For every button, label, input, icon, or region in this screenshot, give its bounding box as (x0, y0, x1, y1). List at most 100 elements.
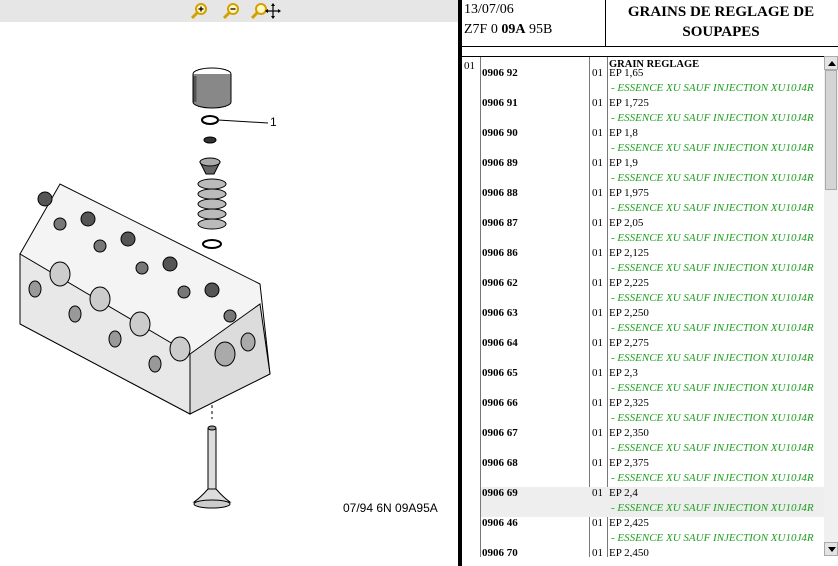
part-quantity: 01 (592, 547, 603, 557)
table-row[interactable]: 0906 66 01 EP 2,325 - ESSENCE XU SAUF INJEC… (481, 397, 824, 427)
part-reference: 0906 66 (482, 397, 518, 409)
zoom-in-button[interactable] (188, 1, 210, 21)
header-code: Z7F 0 09A 95B (464, 22, 552, 38)
table-row[interactable]: 0906 67 01 EP 2,350 - ESSENCE XU SAUF INJEC… (481, 427, 824, 457)
part-note: - ESSENCE XU SAUF INJECTION XU10J4R (611, 412, 814, 424)
table-row[interactable]: 0906 69 01 EP 2,4 - ESSENCE XU SAUF INJECTI… (481, 487, 824, 517)
part-description: EP 2,450 (609, 547, 649, 557)
table-row[interactable]: 0906 68 01 EP 2,375 - ESSENCE XU SAUF INJEC… (481, 457, 824, 487)
part-note: - ESSENCE XU SAUF INJECTION XU10J4R (611, 442, 814, 454)
part-note: - ESSENCE XU SAUF INJECTION XU10J4R (611, 232, 814, 244)
part-reference: 0906 46 (482, 517, 518, 529)
part-quantity: 01 (592, 367, 603, 379)
zoom-in-icon (190, 3, 207, 20)
part-reference: 0906 67 (482, 427, 518, 439)
scroll-thumb[interactable] (825, 70, 837, 190)
part-reference: 0906 90 (482, 127, 518, 139)
table-row[interactable]: 0906 64 01 EP 2,275 - ESSENCE XU SAUF INJEC… (481, 337, 824, 367)
part-description: EP 1,725 (609, 97, 649, 109)
table-row[interactable]: 0906 7001EP 2,450- ESSENCE XU SAUF INJEC… (481, 547, 824, 557)
part-note: - ESSENCE XU SAUF INJECTION XU10J4R (611, 472, 814, 484)
part-quantity: 01 (592, 397, 603, 409)
header-info: 13/07/06 Z7F 0 09A 95B (462, 0, 605, 46)
part-description: EP 2,275 (609, 337, 649, 349)
part-quantity: 01 (592, 307, 603, 319)
callout-label: 1 (270, 115, 277, 129)
part-reference: 0906 69 (482, 487, 518, 499)
part-reference: 0906 65 (482, 367, 518, 379)
part-reference: 0906 64 (482, 337, 518, 349)
header-code-bold: 09A (501, 22, 526, 37)
part-quantity: 01 (592, 277, 603, 289)
part-description: EP 2,125 (609, 247, 649, 259)
parts-table: 01 GRAIN REGLAGE 0906 92 01 EP 1,65- ESSEN… (462, 56, 824, 557)
part-reference: 0906 92 (482, 67, 518, 79)
part-description: EP 1,8 (609, 127, 638, 139)
shim-part (192, 67, 232, 109)
part-quantity: 01 (592, 457, 603, 469)
pan-zoom-button[interactable] (250, 1, 282, 21)
part-quantity: 01 (592, 97, 603, 109)
group-column: 01 (462, 57, 481, 557)
part-note: - ESSENCE XU SAUF INJECTION XU10J4R (611, 82, 814, 94)
spring-part (197, 178, 227, 230)
part-reference: 0906 89 (482, 157, 518, 169)
part-reference: 0906 63 (482, 307, 518, 319)
part-description: EP 1,9 (609, 157, 638, 169)
part-description: EP 2,225 (609, 277, 649, 289)
part-note: - ESSENCE XU SAUF INJECTION XU10J4R (611, 172, 814, 184)
part-quantity: 01 (592, 487, 603, 499)
part-description: EP 2,425 (609, 517, 649, 529)
part-reference: 0906 70 (482, 547, 518, 557)
part-note: - ESSENCE XU SAUF INJECTION XU10J4R (611, 322, 814, 334)
part-quantity: 01 (592, 187, 603, 199)
part-note: - ESSENCE XU SAUF INJECTION XU10J4R (611, 142, 814, 154)
part-description: EP 2,375 (609, 457, 649, 469)
table-row[interactable]: 0906 87 01 EP 2,05 - ESSENCE XU SAUF INJECT… (481, 217, 824, 247)
table-row[interactable]: 0906 91 01 EP 1,725 - ESSENCE XU SAUF INJEC… (481, 97, 824, 127)
table-row[interactable]: 0906 88 01 EP 1,975 - ESSENCE XU SAUF INJEC… (481, 187, 824, 217)
vertical-scrollbar[interactable] (824, 56, 838, 556)
part-quantity: 01 (592, 247, 603, 259)
header-separator (605, 0, 606, 46)
zoom-pan-icon (250, 3, 281, 20)
part-reference: 0906 88 (482, 187, 518, 199)
scroll-down-button[interactable] (824, 542, 838, 556)
part-quantity: 01 (592, 337, 603, 349)
part-quantity: 01 (592, 517, 603, 529)
header-code-suffix: 95B (525, 22, 553, 37)
part-reference: 0906 87 (482, 217, 518, 229)
table-row[interactable]: 0906 63 01 EP 2,250 - ESSENCE XU SAUF INJEC… (481, 307, 824, 337)
part-note: - ESSENCE XU SAUF INJECTION XU10J4R (611, 352, 814, 364)
cylinder-head-part (19, 183, 271, 415)
table-row[interactable]: 0906 65 01 EP 2,3 - ESSENCE XU SAUF INJECTI… (481, 367, 824, 397)
valve-part (192, 425, 232, 509)
part-description: EP 2,4 (609, 487, 638, 499)
table-row[interactable]: 0906 62 01 EP 2,225 - ESSENCE XU SAUF INJEC… (481, 277, 824, 307)
part-description: EP 1,65 (609, 67, 644, 79)
table-row[interactable]: 0906 86 01 EP 2,125 - ESSENCE XU SAUF INJEC… (481, 247, 824, 277)
scroll-up-button[interactable] (824, 56, 838, 70)
part-quantity: 01 (592, 427, 603, 439)
part-description: EP 1,975 (609, 187, 649, 199)
part-description: EP 2,3 (609, 367, 638, 379)
table-row[interactable]: 0906 90 01 EP 1,8 - ESSENCE XU SAUF INJECTI… (481, 127, 824, 157)
part-quantity: 01 (592, 217, 603, 229)
exploded-view-drawing (19, 67, 271, 509)
ring-part (201, 115, 219, 125)
parts-list-pane: 13/07/06 Z7F 0 09A 95B GRAINS DE REGLAGE… (462, 0, 838, 566)
drawing-reference: 07/94 6N 09A95A (343, 501, 438, 515)
table-row[interactable]: 0906 92 01 EP 1,65 - ESSENCE XU SAUF INJECT… (481, 67, 824, 97)
part-quantity: 01 (592, 127, 603, 139)
zoom-out-icon (222, 3, 239, 20)
zoom-out-button[interactable] (220, 1, 242, 21)
part-reference: 0906 62 (482, 277, 518, 289)
table-row[interactable]: 0906 46 01 EP 2,425 - ESSENCE XU SAUF INJEC… (481, 517, 824, 547)
page-title: GRAINS DE REGLAGE DE SOUPAPES (627, 4, 815, 40)
header-bottom-border (462, 46, 838, 56)
part-note: - ESSENCE XU SAUF INJECTION XU10J4R (611, 502, 814, 514)
washer-part (202, 239, 222, 249)
part-note: - ESSENCE XU SAUF INJECTION XU10J4R (611, 532, 814, 544)
table-row[interactable]: 0906 89 01 EP 1,9 - ESSENCE XU SAUF INJECTI… (481, 157, 824, 187)
header-code-prefix: Z7F 0 (464, 22, 502, 37)
